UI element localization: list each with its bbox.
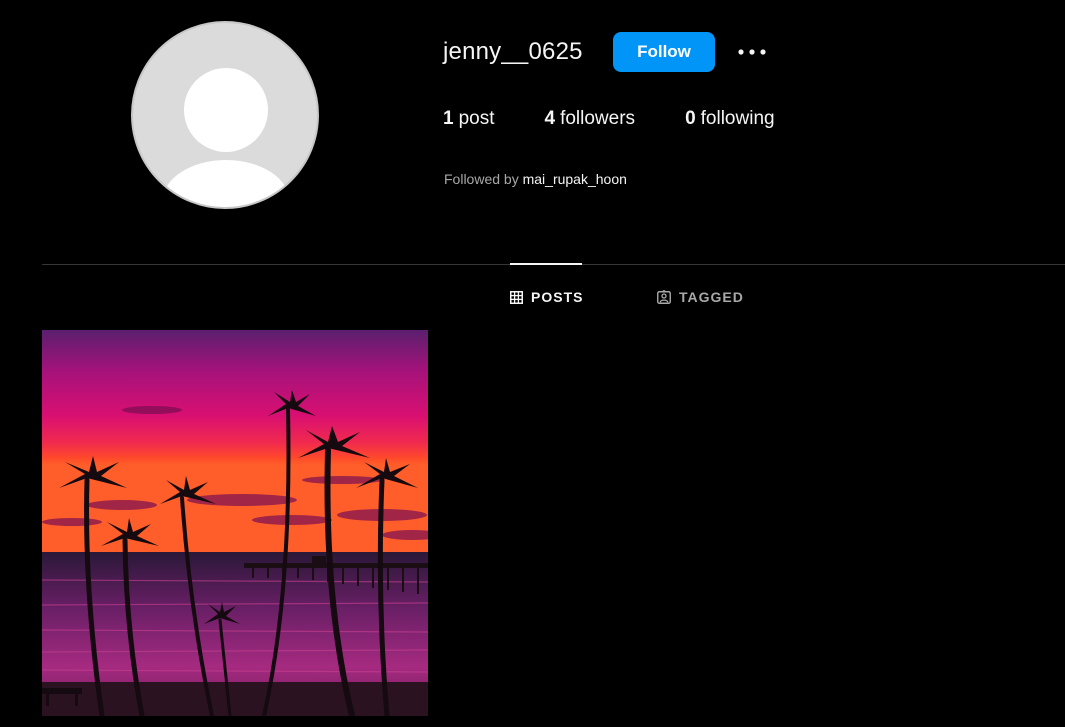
more-options-icon (738, 49, 766, 55)
profile-stats: 1 post 4 followers 0 following (443, 108, 825, 130)
follow-button[interactable]: Follow (613, 32, 715, 72)
grid-icon (510, 290, 523, 304)
avatar-placeholder-head (184, 68, 268, 152)
followed-by-prefix: Followed by (444, 171, 519, 187)
stat-followers-label: followers (560, 108, 636, 129)
tab-tagged[interactable]: TAGGED (657, 289, 744, 305)
active-tab-indicator (510, 263, 582, 265)
stat-following[interactable]: 0 following (685, 108, 775, 130)
stat-posts-label: post (458, 108, 495, 129)
profile-avatar[interactable] (131, 21, 319, 209)
tagged-icon (657, 290, 671, 304)
more-options-button[interactable] (735, 38, 769, 66)
profile-username: jenny__0625 (443, 38, 583, 65)
stat-posts: 1 post (443, 108, 495, 130)
post-thumbnail[interactable] (42, 330, 428, 716)
followed-by-text: Followed by mai_rupak_hoon (444, 171, 627, 187)
stat-following-label: following (700, 108, 775, 129)
followed-by-user-link[interactable]: mai_rupak_hoon (523, 171, 627, 187)
tab-posts[interactable]: POSTS (510, 289, 583, 305)
tab-posts-label: POSTS (531, 289, 584, 305)
tab-tagged-label: TAGGED (679, 289, 744, 305)
post-image (42, 330, 428, 716)
stat-posts-count: 1 (443, 108, 454, 129)
avatar-placeholder-body (163, 160, 289, 207)
profile-page: jenny__0625 Follow 1 post 4 followers 0 fol… (0, 0, 1065, 727)
stat-following-count: 0 (685, 108, 696, 129)
stat-followers[interactable]: 4 followers (545, 108, 636, 130)
stat-followers-count: 4 (544, 108, 556, 129)
